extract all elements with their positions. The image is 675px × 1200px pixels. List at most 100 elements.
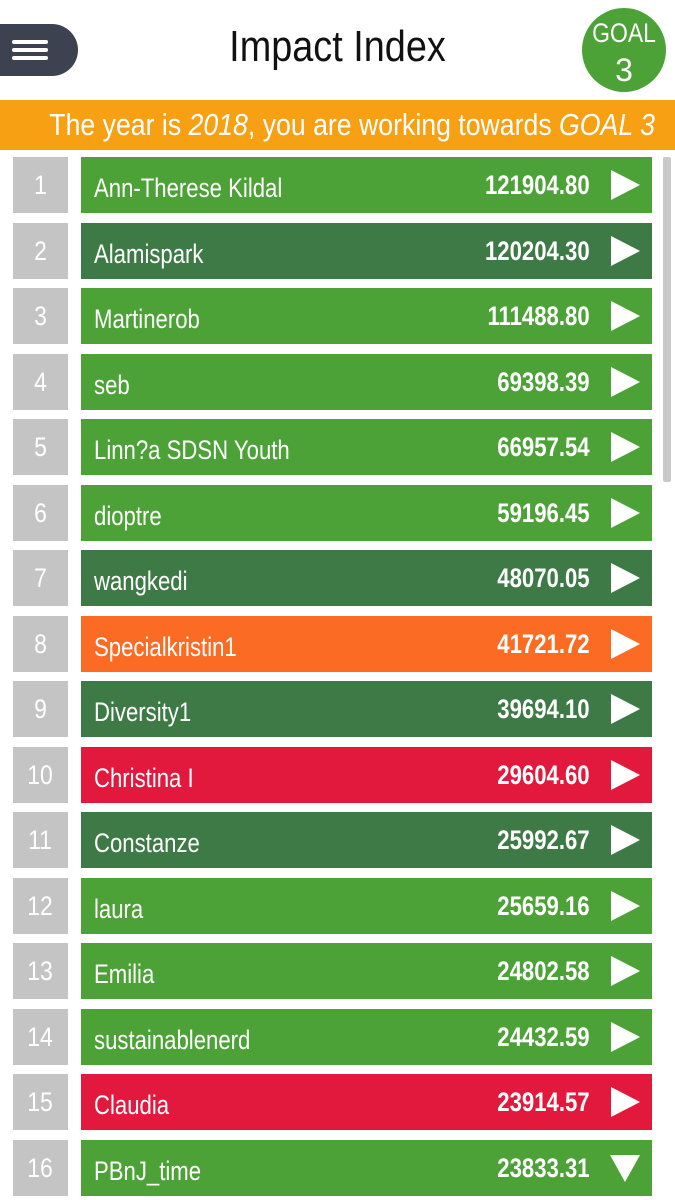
leaderboard-row: 15 Claudia 23914.57 <box>0 1072 660 1130</box>
user-entry[interactable]: Diversity1 39694.10 <box>81 681 652 737</box>
leaderboard-row: 5 Linn?a SDSN Youth 66957.54 <box>0 417 660 475</box>
play-arrow-icon[interactable] <box>608 758 642 792</box>
rank-number: 13 <box>27 956 54 986</box>
goal-badge-label: GOAL <box>592 18 656 48</box>
leaderboard-row: 4 seb 69398.39 <box>0 352 660 410</box>
menu-icon-bar <box>12 48 48 52</box>
user-entry[interactable]: laura 25659.16 <box>81 877 652 934</box>
user-name: Diversity1 <box>94 697 192 727</box>
user-score: 29604.60 <box>497 759 590 790</box>
user-score: 69398.39 <box>497 366 590 397</box>
leaderboard-row: 7 wangkedi 48070.05 <box>0 548 660 606</box>
user-entry[interactable]: Ann-Therese Kildal 121904.80 <box>81 157 652 213</box>
user-name: PBnJ_time <box>94 1155 202 1186</box>
user-score: 25659.16 <box>497 890 590 921</box>
leaderboard-row: 3 Martinerob 111488.80 <box>0 286 660 344</box>
user-score: 24432.59 <box>497 1021 590 1052</box>
rank-box: 4 <box>13 353 68 410</box>
rank-box: 3 <box>13 288 68 344</box>
leaderboard-row: 6 dioptre 59196.45 <box>0 483 660 541</box>
rank-box: 16 <box>13 1139 68 1196</box>
user-entry[interactable]: Emilia 24802.58 <box>81 943 652 999</box>
play-arrow-icon[interactable] <box>608 627 642 661</box>
leaderboard-row: 16 PBnJ_time 23833.31 <box>0 1138 660 1196</box>
user-entry[interactable]: seb 69398.39 <box>81 353 652 410</box>
banner-year: 2018 <box>188 107 248 142</box>
user-entry[interactable]: Martinerob 111488.80 <box>81 288 652 344</box>
leaderboard-row: 10 Christina I 29604.60 <box>0 745 660 803</box>
play-arrow-icon[interactable] <box>608 299 642 333</box>
leaderboard-row: 12 laura 25659.16 <box>0 876 660 934</box>
user-score: 66957.54 <box>497 432 590 462</box>
rank-number: 11 <box>28 825 53 855</box>
app-header: Impact Index GOAL 3 <box>0 0 675 100</box>
user-name: Alamispark <box>94 238 204 269</box>
play-arrow-icon[interactable] <box>608 889 642 923</box>
play-arrow-icon[interactable] <box>608 365 642 399</box>
user-entry[interactable]: Constanze 25992.67 <box>81 812 652 868</box>
rank-number: 8 <box>34 628 47 659</box>
user-entry[interactable]: sustainablenerd 24432.59 <box>81 1008 652 1065</box>
rank-number: 9 <box>34 694 47 724</box>
user-name: Constanze <box>94 828 200 858</box>
user-name: wangkedi <box>94 566 188 596</box>
play-arrow-icon[interactable] <box>608 234 642 268</box>
user-score: 120204.30 <box>485 235 590 266</box>
user-entry[interactable]: Claudia 23914.57 <box>81 1074 652 1130</box>
scrollbar[interactable] <box>663 157 671 482</box>
user-score: 41721.72 <box>497 628 590 659</box>
goal-badge[interactable]: GOAL 3 <box>582 8 666 92</box>
user-score: 39694.10 <box>497 694 590 724</box>
play-arrow-icon[interactable] <box>608 496 642 530</box>
user-entry[interactable]: Alamispark 120204.30 <box>81 222 652 279</box>
user-entry[interactable]: Specialkristin1 41721.72 <box>81 615 652 672</box>
user-score: 24802.58 <box>497 956 590 986</box>
leaderboard-row: 14 sustainablenerd 24432.59 <box>0 1007 660 1065</box>
rank-box: 6 <box>13 484 68 541</box>
rank-box: 9 <box>13 681 68 737</box>
rank-number: 2 <box>34 235 47 266</box>
rank-box: 1 <box>13 157 68 213</box>
play-arrow-icon[interactable] <box>608 823 642 857</box>
play-arrow-icon[interactable] <box>608 1020 642 1054</box>
user-name: Emilia <box>94 959 155 989</box>
user-entry[interactable]: wangkedi 48070.05 <box>81 550 652 606</box>
user-name: Claudia <box>94 1090 170 1120</box>
menu-icon-bar <box>12 56 48 60</box>
user-score: 59196.45 <box>497 497 590 528</box>
rank-box: 8 <box>13 615 68 672</box>
rank-box: 11 <box>13 812 68 868</box>
goal-badge-number: 3 <box>615 52 633 88</box>
play-arrow-icon[interactable] <box>608 430 642 464</box>
leaderboard-list: 1 Ann-Therese Kildal 121904.80 2 Alamispark 1… <box>0 150 660 1200</box>
leaderboard-row: 8 Specialkristin1 41721.72 <box>0 614 660 672</box>
play-arrow-icon[interactable] <box>608 692 642 726</box>
play-arrow-icon[interactable] <box>608 954 642 988</box>
user-score: 25992.67 <box>497 825 590 855</box>
status-banner: The year is 2018, you are working toward… <box>0 100 675 150</box>
user-entry[interactable]: Linn?a SDSN Youth 66957.54 <box>81 419 652 475</box>
user-score: 111488.80 <box>487 301 590 331</box>
rank-box: 15 <box>13 1074 68 1130</box>
rank-box: 14 <box>13 1008 68 1065</box>
play-arrow-icon[interactable] <box>608 561 642 595</box>
leaderboard-row: 1 Ann-Therese Kildal 121904.80 <box>0 155 660 213</box>
user-entry[interactable]: Christina I 29604.60 <box>81 746 652 803</box>
user-name: sustainablenerd <box>94 1024 251 1055</box>
banner-goal: GOAL 3 <box>559 107 655 142</box>
leaderboard-row: 11 Constanze 25992.67 <box>0 810 660 868</box>
user-name: Martinerob <box>94 304 200 334</box>
rank-number: 15 <box>27 1087 54 1117</box>
rank-number: 4 <box>34 366 47 397</box>
play-arrow-icon[interactable] <box>608 1085 642 1119</box>
user-name: Specialkristin1 <box>94 631 237 662</box>
user-entry[interactable]: dioptre 59196.45 <box>81 484 652 541</box>
user-entry[interactable]: PBnJ_time 23833.31 <box>81 1139 652 1196</box>
play-arrow-icon[interactable] <box>608 168 642 202</box>
banner-middle: , you are working towards <box>247 107 560 142</box>
rank-box: 7 <box>13 550 68 606</box>
down-arrow-icon[interactable] <box>608 1151 642 1185</box>
user-score: 23833.31 <box>497 1152 590 1183</box>
leaderboard-row: 9 Diversity1 39694.10 <box>0 679 660 737</box>
banner-prefix: The year is <box>49 107 189 142</box>
